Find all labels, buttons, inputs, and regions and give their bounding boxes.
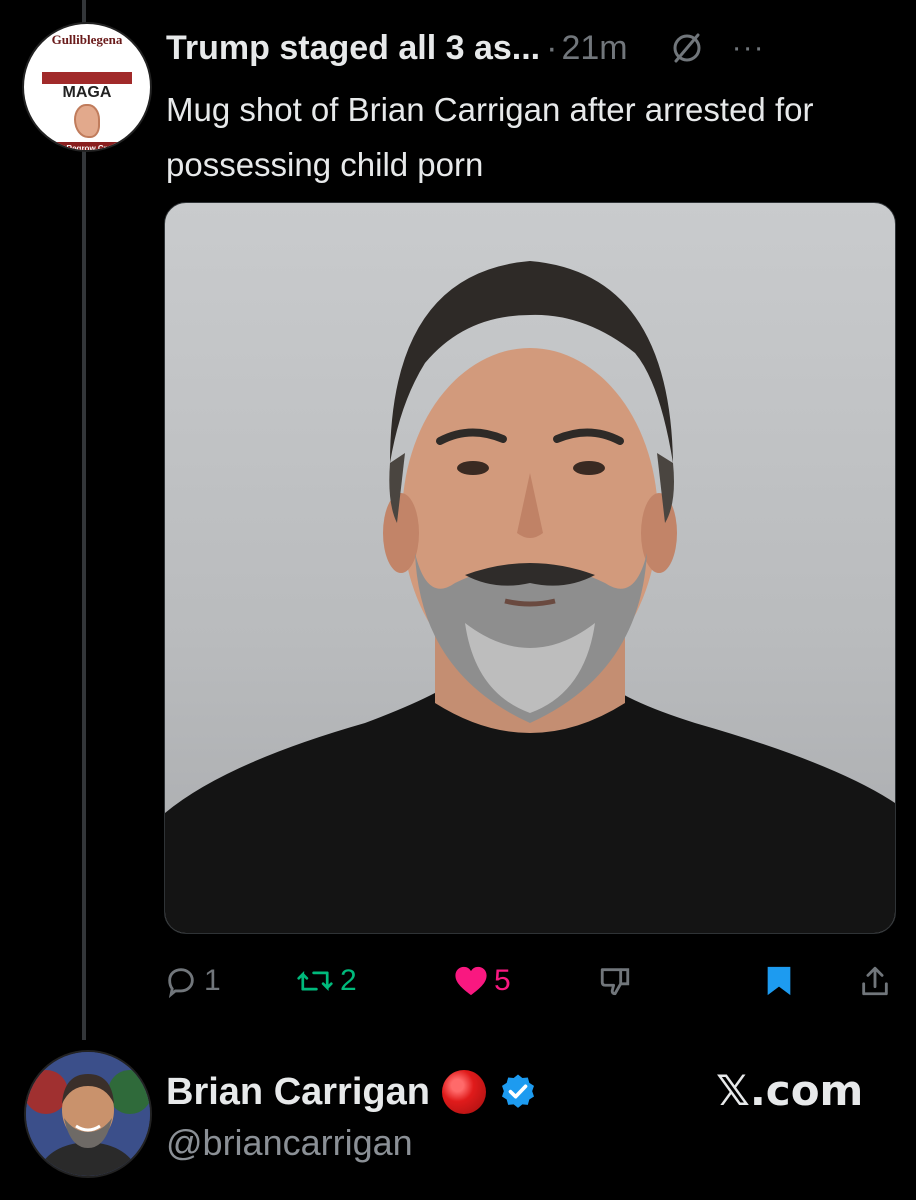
like-button[interactable]: 5 — [454, 956, 511, 1006]
tweet-text: Mug shot of Brian Carrigan after arreste… — [166, 91, 814, 183]
tweet-media-image[interactable] — [164, 202, 896, 934]
thumbs-down-icon — [600, 968, 630, 996]
author-name[interactable]: Trump staged all 3 as... — [166, 29, 540, 68]
heart-icon — [455, 966, 487, 996]
more-options-icon[interactable]: ··· — [732, 33, 765, 63]
quoted-author-handle[interactable]: @briancarrigan — [166, 1122, 413, 1164]
timestamp[interactable]: 21m — [561, 29, 627, 68]
share-button[interactable] — [858, 956, 892, 1006]
repost-button[interactable]: 2 — [296, 956, 357, 1006]
reply-button[interactable]: 1 — [164, 956, 221, 1006]
avatar-photo — [26, 1052, 150, 1176]
bookmark-button[interactable] — [764, 956, 794, 1006]
like-count: 5 — [494, 964, 511, 997]
ear-regrow-cream-image: Gulliblegena MAGA Ear Regrow Cream — [24, 24, 150, 150]
repost-icon — [297, 970, 333, 992]
avatar-product: MAGA — [62, 84, 112, 101]
verified-badge-icon — [501, 1074, 534, 1108]
ear-icon — [74, 104, 100, 138]
quoted-author-row: Brian Carrigan — [166, 1064, 538, 1120]
reply-icon — [168, 968, 194, 998]
thread-line — [82, 0, 86, 1040]
reply-avatar[interactable]: Gulliblegena MAGA Ear Regrow Cream — [22, 22, 152, 152]
reply-count: 1 — [204, 964, 221, 997]
mugshot-photo — [165, 261, 895, 933]
quoted-author-name[interactable]: Brian Carrigan — [166, 1071, 430, 1114]
share-icon — [862, 966, 888, 996]
bookmark-icon — [767, 966, 791, 996]
avatar-brand: Gulliblegena — [51, 32, 123, 47]
separator: · — [546, 28, 558, 67]
red-circle-emoji — [441, 1070, 486, 1114]
avatar-band — [42, 72, 132, 84]
downvote-button[interactable] — [598, 956, 632, 1006]
x-com-watermark: 𝕏.com — [716, 1066, 864, 1115]
quoted-author-avatar[interactable] — [24, 1050, 152, 1178]
avatar-label: Ear Regrow Cream — [38, 142, 136, 150]
repost-count: 2 — [340, 964, 357, 997]
tweet-actions: 1 2 5 — [164, 956, 894, 1006]
grok-icon[interactable] — [668, 29, 706, 67]
tweet-header: Trump staged all 3 as... · 21m ··· — [166, 26, 896, 70]
